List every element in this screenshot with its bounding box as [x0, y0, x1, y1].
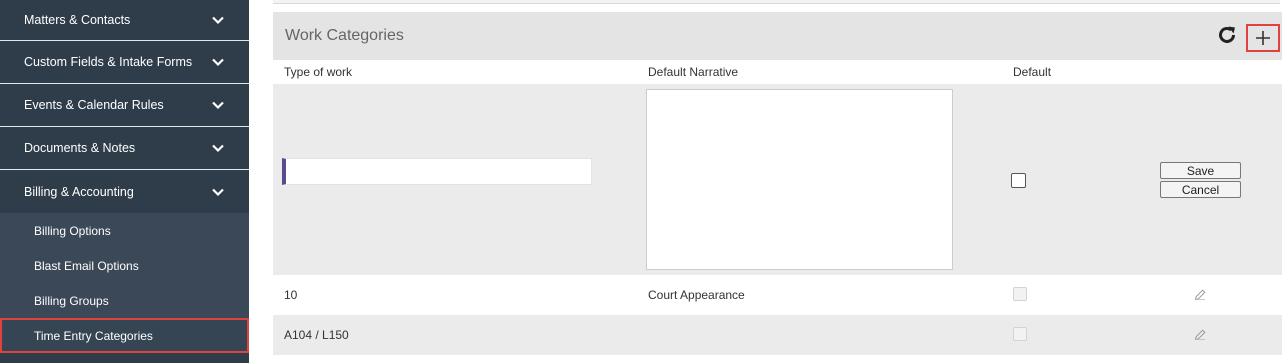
table-header: Type of work Default Narrative Default	[273, 60, 1282, 84]
default-narrative-textarea[interactable]	[646, 89, 953, 270]
sidebar-item-label: Time Entry Categories	[34, 328, 153, 343]
sidebar-section-label: Events & Calendar Rules	[24, 98, 164, 112]
sidebar-item-time-entry-categories[interactable]: Time Entry Categories	[0, 318, 249, 353]
sidebar-section-matters-contacts[interactable]: Matters & Contacts	[0, 0, 249, 41]
default-checkbox-disabled	[1013, 287, 1027, 301]
sidebar-section-documents-notes[interactable]: Documents & Notes	[0, 127, 249, 170]
table-row: 10 Court Appearance	[273, 275, 1282, 315]
refresh-icon[interactable]	[1216, 24, 1238, 46]
default-checkbox-disabled	[1013, 327, 1027, 341]
top-divider	[273, 0, 1280, 4]
sidebar: Matters & Contacts Custom Fields & Intak…	[0, 0, 249, 363]
column-header-narrative: Default Narrative	[648, 65, 739, 79]
sidebar-item-billing-groups[interactable]: Billing Groups	[0, 283, 249, 318]
work-categories-panel: Work Categories Type of work Default Nar…	[273, 12, 1282, 355]
main-content: Work Categories Type of work Default Nar…	[249, 0, 1282, 363]
panel-title: Work Categories	[285, 27, 404, 44]
pencil-icon[interactable]	[1193, 288, 1207, 302]
default-checkbox[interactable]	[1011, 173, 1026, 188]
sidebar-section-label: Documents & Notes	[24, 141, 136, 155]
type-cell: A104 / L150	[284, 328, 349, 342]
sidebar-section-label: Billing & Accounting	[24, 184, 134, 199]
sidebar-section-events-calendar[interactable]: Events & Calendar Rules	[0, 84, 249, 127]
sidebar-submenu-billing: Billing Options Blast Email Options Bill…	[0, 213, 249, 353]
edit-row: Save Cancel	[273, 84, 1282, 275]
column-header-default: Default	[1013, 65, 1052, 79]
sidebar-item-label: Blast Email Options	[34, 258, 139, 273]
panel-header: Work Categories	[273, 12, 1282, 60]
table-row: A104 / L150	[273, 315, 1282, 355]
chevron-down-icon	[212, 101, 224, 110]
column-header-type: Type of work	[284, 65, 353, 79]
sidebar-item-label: Billing Options	[34, 223, 111, 238]
pencil-icon[interactable]	[1193, 328, 1207, 342]
chevron-down-icon	[212, 188, 224, 196]
type-cell: 10	[284, 288, 298, 302]
plus-icon	[1256, 31, 1270, 45]
chevron-down-icon	[212, 58, 224, 67]
sidebar-item-label: Billing Groups	[34, 293, 109, 308]
sidebar-item-billing-options[interactable]: Billing Options	[0, 213, 249, 248]
type-of-work-input[interactable]	[282, 158, 592, 185]
sidebar-section-billing-accounting[interactable]: Billing & Accounting	[0, 170, 249, 213]
sidebar-section-label: Custom Fields & Intake Forms	[24, 55, 193, 69]
cancel-button[interactable]: Cancel	[1160, 181, 1241, 198]
sidebar-section-label: Matters & Contacts	[24, 13, 131, 27]
sidebar-item-blast-email-options[interactable]: Blast Email Options	[0, 248, 249, 283]
save-button[interactable]: Save	[1160, 162, 1241, 179]
add-button[interactable]	[1246, 24, 1280, 52]
chevron-down-icon	[212, 144, 224, 153]
sidebar-section-custom-fields[interactable]: Custom Fields & Intake Forms	[0, 41, 249, 84]
chevron-down-icon	[212, 16, 224, 25]
narrative-cell: Court Appearance	[648, 288, 745, 302]
